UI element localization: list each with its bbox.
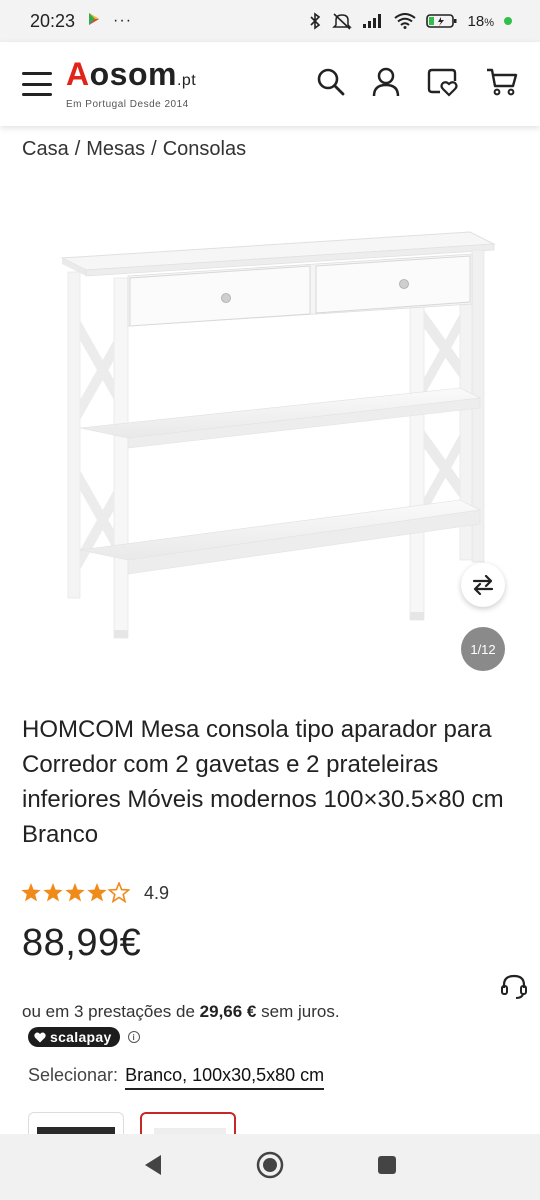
home-icon[interactable] bbox=[256, 1151, 284, 1184]
site-header: Aosom.pt Em Portugal Desde 2014 bbox=[0, 42, 540, 126]
battery-icon bbox=[425, 13, 458, 29]
rating-value: 4.9 bbox=[144, 882, 170, 903]
product-image[interactable] bbox=[40, 210, 510, 650]
privacy-indicator-dot bbox=[504, 17, 512, 25]
installments-suffix: sem juros. bbox=[256, 1002, 340, 1021]
breadcrumb-item-consolas[interactable]: Consolas bbox=[163, 138, 246, 161]
account-icon[interactable] bbox=[372, 67, 400, 102]
logo-tagline: Em Portugal Desde 2014 bbox=[66, 99, 189, 110]
swap-arrows-button[interactable] bbox=[461, 563, 505, 607]
play-store-icon bbox=[87, 11, 101, 31]
wishlist-icon[interactable] bbox=[426, 67, 460, 102]
product-rating[interactable]: 4.9 bbox=[20, 882, 169, 904]
heart-icon bbox=[34, 1032, 46, 1042]
wifi-icon bbox=[393, 13, 416, 29]
breadcrumb-separator: / bbox=[74, 138, 81, 160]
system-navigation-bar bbox=[0, 1134, 540, 1200]
rating-stars bbox=[20, 882, 130, 904]
variant-selector: Selecionar: Branco, 100x30,5x80 cm bbox=[28, 1065, 325, 1090]
breadcrumb-item-mesas[interactable]: Mesas bbox=[86, 138, 145, 161]
installments-amount: 29,66 € bbox=[199, 1002, 257, 1021]
bluetooth-icon bbox=[308, 12, 322, 30]
breadcrumb-separator: / bbox=[151, 138, 157, 160]
info-icon[interactable]: i bbox=[127, 1031, 140, 1043]
swap-arrows-icon bbox=[472, 575, 494, 595]
more-notifications: ··· bbox=[113, 12, 133, 29]
scalapay-row: scalapay i bbox=[28, 1027, 140, 1047]
menu-icon[interactable] bbox=[22, 72, 52, 96]
breadcrumb: Casa / Mesas / Consolas bbox=[22, 138, 246, 161]
logo-wordmark: osom bbox=[89, 56, 177, 92]
customer-support-icon[interactable] bbox=[500, 972, 528, 1005]
recents-icon[interactable] bbox=[376, 1154, 398, 1181]
mute-icon bbox=[331, 12, 352, 30]
scalapay-label: scalapay bbox=[50, 1029, 112, 1045]
battery-percent: 18 bbox=[467, 12, 485, 30]
logo-domain-suffix: .pt bbox=[176, 72, 197, 89]
select-label: Selecionar: bbox=[28, 1065, 119, 1085]
signal-icon bbox=[362, 13, 384, 29]
installments-prefix: ou em 3 prestações de bbox=[22, 1002, 200, 1021]
back-icon[interactable] bbox=[142, 1153, 164, 1182]
product-price: 88,99€ bbox=[22, 922, 142, 964]
search-icon[interactable] bbox=[316, 67, 346, 102]
product-title: HOMCOM Mesa consola tipo aparador para C… bbox=[22, 716, 504, 848]
status-bar: 20:23 ··· 18% bbox=[0, 0, 540, 42]
selected-variant[interactable]: Branco, 100x30,5x80 cm bbox=[125, 1065, 325, 1090]
status-time: 20:23 bbox=[30, 10, 76, 31]
logo-letter-a: A bbox=[66, 56, 90, 92]
aosom-logo[interactable]: Aosom.pt Em Portugal Desde 2014 bbox=[66, 58, 196, 110]
cart-icon[interactable] bbox=[486, 67, 518, 102]
scalapay-badge[interactable]: scalapay bbox=[28, 1027, 120, 1047]
installments-text: ou em 3 prestações de 29,66 € sem juros. bbox=[22, 1002, 340, 1022]
image-counter: 1/12 bbox=[461, 627, 505, 671]
breadcrumb-item-casa[interactable]: Casa bbox=[22, 138, 69, 161]
battery-unit: % bbox=[484, 16, 494, 29]
